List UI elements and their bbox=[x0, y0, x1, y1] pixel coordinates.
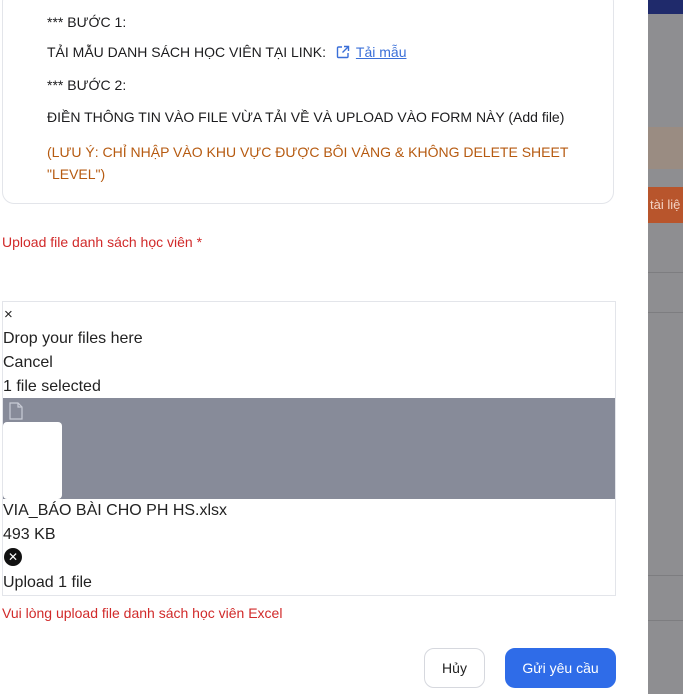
upload-field-label: Upload file danh sách học viên * bbox=[2, 234, 203, 250]
file-size: 493 KB bbox=[3, 526, 56, 543]
instructions-box: *** BƯỚC 1: TẢI MẪU DANH SÁCH HỌC VIÊN T… bbox=[2, 0, 614, 204]
page-backdrop: tài liệ bbox=[648, 0, 683, 694]
submit-request-button[interactable]: Gửi yêu cầu bbox=[505, 648, 616, 688]
files-selected-count: 1 file selected bbox=[3, 378, 101, 395]
step1-text: TẢI MẪU DANH SÁCH HỌC VIÊN TẠI LINK: bbox=[47, 44, 327, 60]
external-link-icon bbox=[336, 45, 350, 62]
backdrop-header-bar bbox=[648, 0, 683, 14]
remove-file-icon[interactable]: ✕ bbox=[4, 548, 22, 566]
backdrop-divider bbox=[648, 312, 683, 313]
upload-modal: *** BƯỚC 1: TẢI MẪU DANH SÁCH HỌC VIÊN T… bbox=[0, 0, 648, 694]
backdrop-partial-button: tài liệ bbox=[648, 187, 683, 223]
backdrop-divider bbox=[648, 575, 683, 576]
screen: tài liệ *** BƯỚC 1: TẢI MẪU DANH SÁCH HỌ… bbox=[0, 0, 683, 694]
step2-text: ĐIỀN THÔNG TIN VÀO FILE VỪA TẢI VỀ VÀ UP… bbox=[47, 109, 565, 125]
note-text: (LƯU Ý: CHỈ NHẬP VÀO KHU VỰC ĐƯỢC BÔI VÀ… bbox=[47, 144, 569, 182]
step1-row: TẢI MẪU DANH SÁCH HỌC VIÊN TẠI LINK: Tải… bbox=[47, 44, 406, 62]
cancel-upload-link[interactable]: Cancel bbox=[3, 354, 53, 372]
file-preview-area bbox=[3, 398, 615, 499]
file-dropzone[interactable]: × Drop your files here Cancel 1 file sel… bbox=[2, 301, 616, 596]
step2-title: *** BƯỚC 2: bbox=[47, 77, 127, 93]
backdrop-divider bbox=[648, 620, 683, 621]
upload-files-button[interactable]: Upload 1 file bbox=[3, 574, 92, 592]
step1-title: *** BƯỚC 1: bbox=[47, 14, 127, 30]
backdrop-band bbox=[648, 127, 683, 169]
close-icon[interactable]: × bbox=[4, 306, 13, 323]
file-name: VIA_BÁO BÀI CHO PH HS.xlsx bbox=[3, 502, 228, 519]
validation-error: Vui lòng upload file danh sách học viên … bbox=[2, 605, 283, 621]
backdrop-divider bbox=[648, 272, 683, 273]
template-download-link[interactable]: Tải mẫu bbox=[356, 44, 407, 60]
file-thumbnail bbox=[3, 422, 62, 499]
drop-hint: Drop your files here bbox=[3, 330, 143, 347]
cancel-button[interactable]: Hủy bbox=[424, 648, 485, 688]
